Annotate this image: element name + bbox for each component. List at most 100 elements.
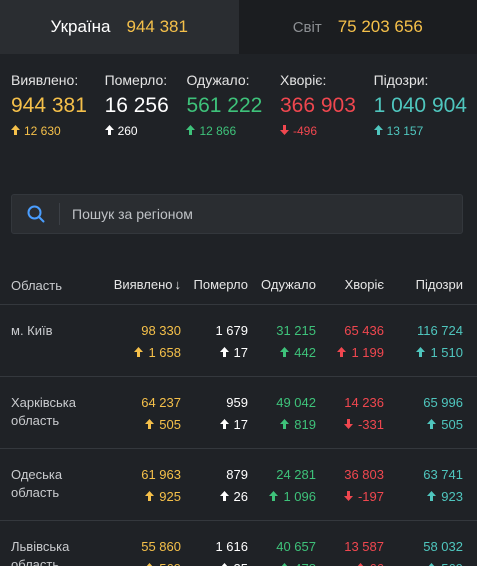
cell-died-delta-value: 17 [233,345,248,360]
cell-sick-value: 65 436 [344,323,384,338]
cell-recovered-value: 24 281 [276,467,316,482]
search-icon[interactable] [12,203,60,225]
cell-sick-delta: 1 199 [316,344,384,362]
cell-sick: 65 436 1 199 [316,322,384,376]
stat-block: Виявлено: 944 381 12 630 [11,72,87,194]
stat-delta-value: 12 630 [24,124,61,138]
tab-ukraine-label: Україна [50,17,111,36]
table-row[interactable]: Львівська область55 8605691 6162540 6574… [0,521,477,566]
arrow-up-icon [427,560,436,566]
cell-suspected-delta-value: 923 [441,489,463,504]
arrow-up-icon [219,416,229,434]
cell-detected-value: 64 237 [141,395,181,410]
stat-delta: 12 866 [186,124,262,138]
cell-recovered-delta-value: 478 [294,560,316,566]
arrow-up-icon [427,416,437,434]
stat-delta-value: 12 866 [199,124,237,138]
arrow-up-icon [219,344,229,362]
cell-recovered: 49 042 819 [248,394,316,448]
cell-recovered: 40 657 478 [248,538,316,566]
cell-suspected: 63 741 923 [384,466,463,520]
header-region[interactable]: Область [0,277,100,295]
arrow-up-icon [186,124,196,138]
cell-suspected-delta-value: 1 510 [430,345,463,360]
stat-label: Померло: [104,72,168,88]
tab-ukraine[interactable]: Україна 944 381 [0,0,239,54]
cell-died: 1 616 25 [181,538,248,566]
cell-sick-delta-value: 1 199 [351,345,384,360]
region-name: Одеська область [11,467,63,500]
cell-recovered-delta: 478 [248,560,316,566]
cell-recovered-delta: 1 096 [248,488,316,506]
cell-suspected-delta-value: 569 [441,560,463,566]
cell-died: 1 679 17 [181,322,248,376]
arrow-up-icon [280,560,289,566]
arrow-up-icon [356,560,365,566]
cell-sick-delta: -331 [316,416,384,434]
cell-detected-value: 61 963 [141,467,181,482]
header-died[interactable]: Померло [181,277,249,292]
search-wrapper [0,194,477,234]
cell-died-delta-value: 17 [233,417,248,432]
cell-recovered-value: 31 215 [276,323,316,338]
arrow-up-icon [104,124,114,138]
stat-value: 561 222 [186,94,263,117]
cell-died: 959 17 [181,394,248,448]
arrow-up-icon [145,560,154,566]
table-row[interactable]: Харківська область 64 237 505 959 17 49 042 81… [0,377,477,449]
stat-label: Одужало: [186,72,250,88]
cell-detected-value: 98 330 [141,323,181,338]
cell-recovered: 31 215 442 [248,322,316,376]
arrow-up-icon [280,416,290,434]
summary-stats: Виявлено: 944 381 12 630 Померло: 16 256 260 О… [0,54,477,194]
cell-sick-value: 13 587 [344,539,384,554]
cell-suspected-value: 63 741 [423,467,463,482]
cell-died-delta-value: 26 [233,489,248,504]
arrow-up-icon [134,344,144,362]
table-row[interactable]: м. Київ 98 330 1 658 1 679 17 31 215 442 65 436… [0,305,477,377]
tab-world-count: 75 203 656 [337,17,423,36]
cell-sick-delta: -197 [316,488,384,506]
cell-suspected: 58 032 569 [384,538,463,566]
header-detected[interactable]: Виявлено ↓ [100,277,181,292]
cell-suspected-delta: 505 [384,416,463,434]
cell-detected: 61 963 925 [100,466,181,520]
cell-recovered-delta-value: 1 096 [283,489,316,504]
cell-died-delta: 17 [181,344,248,362]
stat-value: 1 040 904 [373,94,467,117]
stat-block: Одужало: 561 222 12 866 [186,72,262,194]
stat-delta: 12 630 [11,124,87,138]
cell-detected-delta-value: 925 [159,489,181,504]
cell-suspected: 116 724 1 510 [384,322,463,376]
arrow-down-icon [343,488,353,506]
cell-detected: 64 237 505 [100,394,181,448]
search-input[interactable] [60,206,462,222]
header-suspected[interactable]: Підозри [384,277,463,292]
header-recovered[interactable]: Одужало [248,277,316,292]
header-sick[interactable]: Хворіє [316,277,384,292]
arrow-up-icon [11,124,20,138]
arrow-up-icon [337,344,347,362]
cell-suspected-delta: 923 [384,488,463,506]
cell-recovered-delta: 819 [248,416,316,434]
cell-suspected: 65 996 505 [384,394,463,448]
arrow-up-icon [145,488,155,506]
cell-died-delta: 17 [181,416,248,434]
cell-died-delta: 25 [181,560,248,566]
cell-died-value: 879 [226,467,248,482]
stat-block: Хворіє: 366 903 -496 [280,72,356,194]
cell-died-value: 1 616 [215,539,248,554]
arrow-up-icon [427,488,437,506]
table-row[interactable]: Одеська область 61 963 925 879 26 24 281 1 096… [0,449,477,521]
tab-world[interactable]: Світ 75 203 656 [238,0,477,54]
table-body: м. Київ 98 330 1 658 1 679 17 31 215 442 65 436… [0,305,477,566]
cell-recovered-delta-value: 442 [294,345,316,360]
cell-detected-delta: 925 [100,488,181,506]
stat-label: Підозри: [373,72,429,88]
arrow-up-icon [145,416,155,434]
cell-died-delta-value: 25 [234,560,248,566]
stat-label: Виявлено: [11,72,79,88]
search-box[interactable] [11,194,463,234]
cell-sick-delta-value: -331 [357,417,384,432]
cell-sick-value: 14 236 [344,395,384,410]
